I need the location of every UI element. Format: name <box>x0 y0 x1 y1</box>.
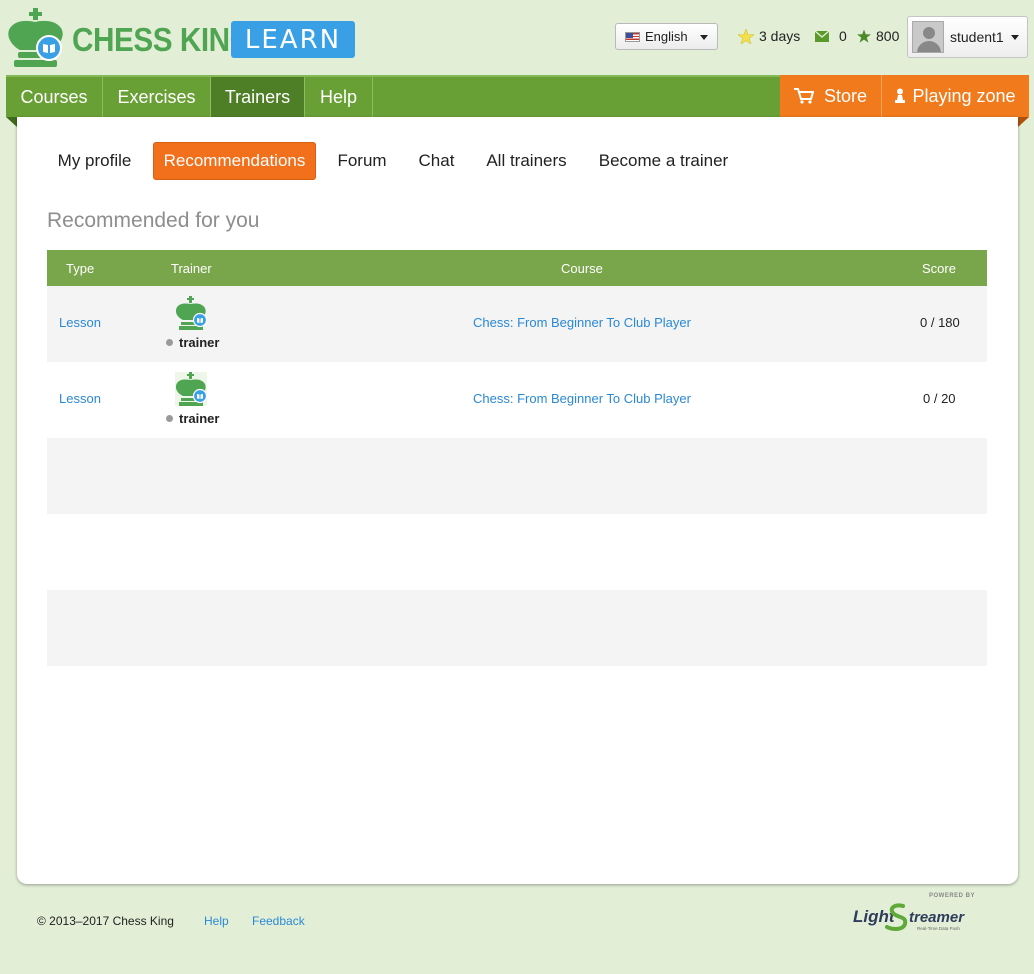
recommendations-table: Type Trainer Course Score Lesson trainer… <box>47 250 987 666</box>
ls-light-text: Light <box>853 907 896 926</box>
table-header: Type Trainer Course Score <box>47 250 987 286</box>
status-dot <box>166 415 173 422</box>
chevron-down-icon <box>700 35 708 40</box>
rating-value: 800 <box>876 28 900 44</box>
course-link[interactable]: Chess: From Beginner To Club Player <box>473 391 691 406</box>
column-score: Score <box>922 260 956 276</box>
store-button[interactable]: Store <box>780 75 881 117</box>
row-type-link[interactable]: Lesson <box>59 315 101 330</box>
score-value: 0 / 20 <box>923 391 956 406</box>
status-dot <box>166 339 173 346</box>
logo-learn-badge: LEARN <box>231 21 355 58</box>
column-type: Type <box>66 260 95 276</box>
ls-streamer-text: treamer <box>909 909 965 926</box>
language-select[interactable]: English <box>615 23 718 50</box>
powered-by-label: POWERED BY <box>929 893 976 899</box>
playing-zone-button[interactable]: Playing zone <box>881 75 1029 117</box>
language-label: English <box>645 29 688 44</box>
trainer-name[interactable]: trainer <box>166 335 219 350</box>
mail-icon <box>815 30 829 42</box>
row-type-link[interactable]: Lesson <box>59 391 101 406</box>
nav-exercises[interactable]: Exercises <box>103 77 211 117</box>
tab-my-profile[interactable]: My profile <box>47 142 142 180</box>
avatar <box>912 21 944 53</box>
table-row-empty <box>47 438 987 514</box>
premium-days[interactable]: 3 days <box>738 28 800 44</box>
cart-icon <box>793 88 814 104</box>
tab-become-a-trainer[interactable]: Become a trainer <box>588 142 739 180</box>
rating[interactable]: 800 <box>857 28 899 44</box>
us-flag-icon <box>625 31 640 42</box>
course-link[interactable]: Chess: From Beginner To Club Player <box>473 315 691 330</box>
chevron-down-icon <box>1011 35 1019 40</box>
nav-help[interactable]: Help <box>305 77 373 117</box>
pawn-icon <box>895 88 906 103</box>
rating-star-icon <box>857 29 871 43</box>
table-row-empty <box>47 590 987 666</box>
section-title: Recommended for you <box>47 209 260 232</box>
tab-chat[interactable]: Chat <box>408 142 465 180</box>
table-row: Lesson trainer Chess: From Beginner To C… <box>47 286 987 362</box>
user-menu[interactable]: student1 <box>907 16 1028 58</box>
main-nav: Courses Exercises Trainers Help Store Pl… <box>6 75 1029 117</box>
store-label: Store <box>823 85 868 106</box>
chess-king-logo-icon <box>8 8 63 67</box>
column-trainer: Trainer <box>171 260 212 276</box>
trainer-avatar-icon[interactable] <box>175 296 207 330</box>
trainer-name-label: trainer <box>179 411 220 426</box>
footer-feedback-link[interactable]: Feedback <box>252 914 305 928</box>
table-row-empty <box>47 514 987 590</box>
trainer-avatar-icon[interactable] <box>175 372 207 406</box>
tab-recommendations[interactable]: Recommendations <box>153 142 316 180</box>
messages-counter[interactable]: 0 <box>815 28 847 44</box>
user-name: student1 <box>950 29 1004 45</box>
trainer-name[interactable]: trainer <box>166 411 219 426</box>
tab-all-trainers[interactable]: All trainers <box>476 142 577 180</box>
trainer-name-label: trainer <box>179 335 220 350</box>
table-row: Lesson trainer Chess: From Beginner To C… <box>47 362 987 438</box>
nav-trainers[interactable]: Trainers <box>211 77 305 117</box>
nav-fold-left <box>6 117 17 127</box>
nav-fold-right <box>1018 117 1029 127</box>
tab-forum[interactable]: Forum <box>327 142 397 180</box>
header: CHESS KING LEARN English 3 days 0 800 st… <box>0 0 1034 75</box>
nav-courses[interactable]: Courses <box>6 77 103 117</box>
logo-text: CHESS KING <box>72 21 253 58</box>
column-course: Course <box>561 260 603 276</box>
messages-value: 0 <box>839 28 847 44</box>
footer-help-link[interactable]: Help <box>204 914 229 928</box>
ls-tagline: Real-Time Data Push <box>917 926 960 931</box>
score-value: 0 / 180 <box>920 315 960 330</box>
playing-zone-label: Playing zone <box>912 85 1016 106</box>
days-value: 3 days <box>759 28 801 44</box>
lightstreamer-logo[interactable]: Light treamer Real-Time Data Push <box>853 900 981 932</box>
copyright: © 2013–2017 Chess King <box>37 914 174 928</box>
star-icon <box>738 28 754 44</box>
